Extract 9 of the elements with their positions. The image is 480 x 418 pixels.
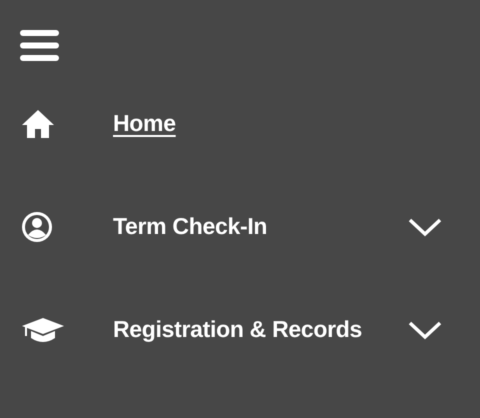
graduation-cap-icon [20,316,66,344]
menu-button[interactable] [20,30,59,61]
home-icon [20,108,56,140]
nav-link[interactable]: Registration & Records [113,312,362,347]
nav-link[interactable]: Home [113,106,176,141]
nav-link[interactable]: Term Check-In [113,209,268,244]
chevron-icon[interactable] [408,216,442,236]
chevron-icon[interactable] [408,320,442,340]
user-icon [20,210,54,244]
